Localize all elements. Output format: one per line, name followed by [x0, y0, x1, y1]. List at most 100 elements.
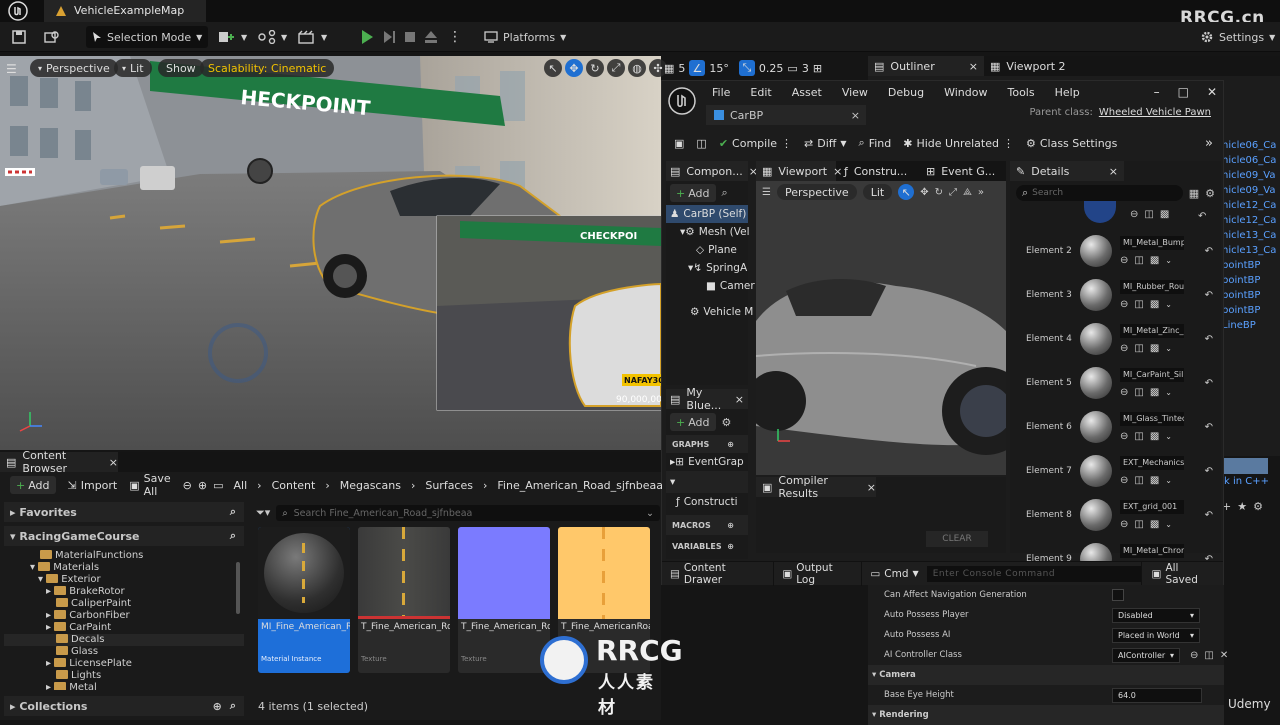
browse-icon[interactable]: ◫: [1134, 387, 1143, 398]
close-icon[interactable]: ×: [109, 456, 118, 469]
menu-help[interactable]: Help: [1055, 86, 1080, 99]
event-graph-item[interactable]: ▸⊞ EventGrap: [666, 453, 748, 471]
browse-icon[interactable]: ◫: [696, 137, 706, 150]
tab-bp-viewport[interactable]: ▦ Viewport ×: [756, 161, 842, 181]
surface-snap-icon[interactable]: ⟁: [963, 187, 972, 198]
material-name[interactable]: MI_Rubber_Rou: [1120, 280, 1184, 294]
asset-search-input[interactable]: ⌕ Search Fine_American_Road_sjfnbeaa ⌄: [276, 505, 660, 521]
search-icon[interactable]: ⌕: [230, 505, 236, 519]
gear-icon[interactable]: ⚙: [1253, 500, 1263, 513]
material-thumbnail[interactable]: [1080, 455, 1112, 487]
add-member-button[interactable]: + Add: [670, 413, 716, 431]
use-icon[interactable]: ⊖: [1120, 475, 1128, 486]
material-name[interactable]: MI_Metal_Chron: [1120, 544, 1184, 558]
close-icon[interactable]: ×: [851, 109, 860, 122]
material-name[interactable]: EXT_grid_001: [1120, 500, 1184, 514]
reset-icon[interactable]: ↶: [1205, 290, 1213, 301]
add-circle-icon[interactable]: ⊕: [727, 440, 734, 449]
tree-item[interactable]: ▸ Metal: [4, 682, 244, 690]
tab-compiler-results[interactable]: ▣ Compiler Results ×: [756, 474, 876, 500]
class-settings-button[interactable]: ⚙ Class Settings: [1026, 137, 1117, 150]
use-icon[interactable]: ⊖: [1120, 519, 1128, 530]
cinematics-button[interactable]: ▼: [298, 22, 327, 52]
tree-item[interactable]: MaterialFunctions: [4, 550, 244, 562]
reset-icon[interactable]: ↶: [1205, 334, 1213, 345]
outliner-item[interactable]: hicle06_Ca: [1222, 153, 1280, 168]
tree-item[interactable]: Decals: [4, 634, 244, 646]
search-icon[interactable]: ⌕: [722, 186, 728, 200]
stop-button[interactable]: [404, 22, 416, 52]
outliner-item[interactable]: hicle09_Va: [1222, 168, 1280, 183]
menu-tools[interactable]: Tools: [1007, 86, 1034, 99]
search-icon[interactable]: ⌕: [230, 529, 236, 543]
outliner-item[interactable]: LineBP: [1222, 318, 1280, 333]
close-icon[interactable]: ✕: [1207, 85, 1217, 99]
level-viewport[interactable]: HECKPOINT CHECKPOI NAFAY30 90,000,00: [0, 56, 661, 450]
tab-content-browser[interactable]: ▤ Content Browser ×: [0, 449, 118, 475]
bp-lit-button[interactable]: Lit: [862, 184, 893, 200]
scale-icon[interactable]: ⤢: [607, 59, 625, 77]
browse-icon[interactable]: ◫: [1134, 255, 1143, 266]
reset-icon[interactable]: ↶: [1205, 466, 1213, 477]
material-thumbnail[interactable]: [1080, 279, 1112, 311]
tab-construction-script[interactable]: ƒ Constru...: [838, 161, 918, 181]
world-icon[interactable]: ◍: [628, 59, 646, 77]
outliner-item[interactable]: hicle12_Ca: [1222, 213, 1280, 228]
angle-icon[interactable]: ∠: [689, 60, 706, 76]
tree-item[interactable]: Lights: [4, 670, 244, 682]
close-icon[interactable]: ×: [867, 481, 876, 494]
macros-section[interactable]: MACROS ⊕: [666, 515, 748, 535]
browse-icon[interactable]: ◫: [1134, 431, 1143, 442]
rendering-section[interactable]: ▾ Rendering: [868, 705, 1224, 725]
reset-icon[interactable]: ↶: [1205, 422, 1213, 433]
auto-possess-player-dropdown[interactable]: Disabled ▾: [1112, 607, 1200, 623]
play-button[interactable]: [360, 22, 374, 52]
save-icon[interactable]: [12, 22, 26, 52]
tree-item[interactable]: Glass: [4, 646, 244, 658]
perspective-button[interactable]: ▾ Perspective: [30, 59, 118, 77]
tab-my-blueprint[interactable]: ▤ My Blue... ×: [666, 386, 748, 412]
material-name[interactable]: EXT_Mechanics: [1120, 456, 1184, 470]
outliner-item[interactable]: pointBP: [1222, 273, 1280, 288]
checker-icon[interactable]: ▩: [1150, 255, 1159, 266]
browse-icon[interactable]: ◫: [1134, 475, 1143, 486]
lit-button[interactable]: ▾ Lit: [114, 59, 152, 77]
use-icon[interactable]: ⊖: [1120, 299, 1128, 310]
close-icon[interactable]: ×: [735, 393, 744, 406]
translate-icon[interactable]: ✥: [565, 59, 583, 77]
browse-icon[interactable]: ◫: [1144, 209, 1153, 220]
checker-icon[interactable]: ▩: [1150, 343, 1159, 354]
camera-section[interactable]: ▾ Camera: [868, 665, 1224, 685]
compile-button[interactable]: ✔ Compile ⋮: [719, 137, 792, 150]
advance-frame-button[interactable]: [382, 22, 396, 52]
tree-item[interactable]: ▾ Exterior: [4, 574, 244, 586]
selected-field[interactable]: [1224, 458, 1268, 474]
expand-icon[interactable]: »: [1205, 136, 1213, 151]
browse-icon[interactable]: ◫: [1134, 343, 1143, 354]
checkbox[interactable]: [1112, 589, 1124, 601]
use-icon[interactable]: ⊖: [1130, 209, 1138, 220]
outliner-item[interactable]: hicle12_Ca: [1222, 198, 1280, 213]
search-icon[interactable]: ⌕: [230, 699, 236, 713]
checker-icon[interactable]: ▩: [1150, 475, 1159, 486]
back-icon[interactable]: ⊖: [183, 479, 192, 492]
close-icon[interactable]: ✕: [1220, 650, 1228, 661]
grid-icon[interactable]: ▦: [664, 62, 674, 75]
browse-icon[interactable]: ◫: [1204, 650, 1213, 661]
outliner-item[interactable]: pointBP: [1222, 288, 1280, 303]
component-item[interactable]: ◇ Plane: [666, 241, 748, 259]
more-icon[interactable]: »: [978, 187, 984, 198]
component-item[interactable]: ■ Camer: [666, 277, 755, 295]
add-circle-icon[interactable]: ⊕: [727, 542, 734, 551]
material-thumbnail[interactable]: [1080, 499, 1112, 531]
eject-button[interactable]: [424, 22, 438, 52]
select-icon[interactable]: ↖: [898, 184, 915, 200]
maximize-icon[interactable]: □: [1178, 85, 1189, 99]
menu-file[interactable]: File: [712, 86, 730, 99]
component-item[interactable]: ▾⚙ Mesh (Vel: [666, 223, 750, 241]
add-actor-button[interactable]: ▼: [218, 22, 247, 52]
reset-icon[interactable]: ↶: [1198, 211, 1206, 222]
platforms-button[interactable]: Platforms ▼: [484, 22, 566, 52]
menu-asset[interactable]: Asset: [792, 86, 822, 99]
material-thumbnail[interactable]: [1080, 235, 1112, 267]
